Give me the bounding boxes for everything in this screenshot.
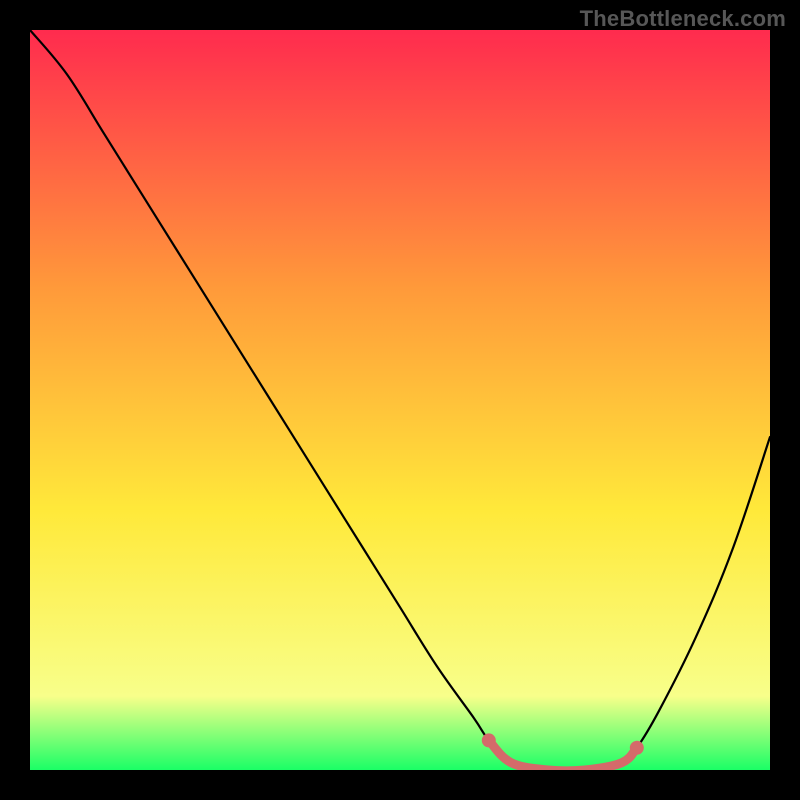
watermark-text: TheBottleneck.com xyxy=(580,6,786,32)
highlight-endpoint-right xyxy=(630,741,644,755)
gradient-background xyxy=(30,30,770,770)
chart-frame: TheBottleneck.com xyxy=(0,0,800,800)
chart-svg xyxy=(30,30,770,770)
plot-area xyxy=(30,30,770,770)
highlight-endpoint-left xyxy=(482,733,496,747)
